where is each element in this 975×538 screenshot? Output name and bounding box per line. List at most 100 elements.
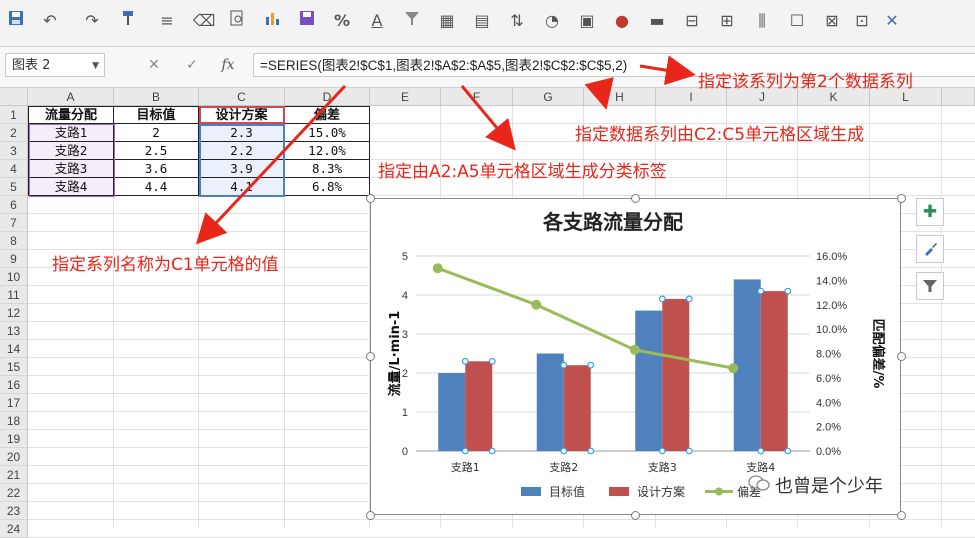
resize-handle[interactable] — [631, 510, 640, 520]
chevron-down-icon[interactable]: ▼ — [92, 54, 99, 78]
row-header-20[interactable]: 20 — [0, 448, 28, 466]
resize-handle[interactable] — [631, 193, 640, 203]
row-header-13[interactable]: 13 — [0, 322, 28, 340]
merge-icon[interactable]: ⊟ — [680, 9, 704, 33]
column-header-B[interactable]: B — [114, 88, 199, 106]
row-header-19[interactable]: 19 — [0, 430, 28, 448]
save-icon[interactable] — [4, 9, 28, 33]
column-icon[interactable]: ⫼ — [750, 9, 774, 33]
chart-container[interactable]: 各支路流量分配 0 1 2 3 4 5 0.0% 2.0% 4.0% 6.0% 8.0% 10.0% 12… — [370, 198, 901, 515]
grid-row-line — [28, 519, 975, 520]
table-cell[interactable]: 2 — [114, 124, 199, 142]
picture-icon[interactable]: ▣ — [575, 9, 599, 33]
protect-icon[interactable]: ⊠ — [820, 9, 844, 33]
row-header-8[interactable]: 8 — [0, 232, 28, 250]
column-header-E[interactable]: E — [370, 88, 441, 106]
row-header-15[interactable]: 15 — [0, 358, 28, 376]
resize-handle[interactable] — [896, 352, 906, 361]
table-header-cell[interactable]: 流量分配 — [28, 106, 114, 124]
enter-icon[interactable]: ✓ — [178, 53, 206, 77]
comment-icon[interactable]: ☐ — [785, 9, 809, 33]
selection-marker — [685, 295, 693, 303]
undo-icon[interactable]: ↶ — [38, 9, 62, 33]
y2-tick-label: 6.0% — [816, 373, 841, 385]
line-point — [531, 299, 542, 310]
row-header-7[interactable]: 7 — [0, 214, 28, 232]
resize-handle[interactable] — [365, 510, 375, 520]
resize-handle[interactable] — [365, 193, 375, 203]
more-icon[interactable]: ⊡ — [850, 9, 874, 33]
chart-title: 各支路流量分配 — [542, 210, 683, 234]
column-header-G[interactable]: G — [513, 88, 584, 106]
column-header-A[interactable]: A — [28, 88, 114, 106]
select-all-corner[interactable] — [0, 88, 28, 106]
row-header-3[interactable]: 3 — [0, 142, 28, 160]
row-header-17[interactable]: 17 — [0, 394, 28, 412]
table-cell[interactable]: 4.4 — [114, 178, 199, 196]
chart-style-icon[interactable] — [916, 235, 944, 263]
row-header-1[interactable]: 1 — [0, 106, 28, 124]
resize-handle[interactable] — [896, 510, 906, 520]
row-header-10[interactable]: 10 — [0, 268, 28, 286]
resize-handle[interactable] — [896, 193, 906, 203]
row-header-23[interactable]: 23 — [0, 502, 28, 520]
column-header-F[interactable]: F — [441, 88, 513, 106]
fx-button[interactable]: fx — [214, 53, 242, 77]
save-as-icon[interactable] — [295, 9, 319, 33]
table-header-cell[interactable]: 目标值 — [114, 106, 199, 124]
table-cell[interactable]: 15.0% — [285, 124, 370, 142]
font-color-icon[interactable]: A — [365, 9, 389, 33]
row-header-2[interactable]: 2 — [0, 124, 28, 142]
cancel-icon[interactable]: ✕ — [140, 53, 168, 77]
bar-设计方案 — [662, 298, 690, 451]
table-cell[interactable]: 6.8% — [285, 178, 370, 196]
shape-icon[interactable]: ◔ — [540, 9, 564, 33]
row-header-11[interactable]: 11 — [0, 286, 28, 304]
insert-icon[interactable]: ● — [610, 9, 634, 33]
row-header-4[interactable]: 4 — [0, 160, 28, 178]
row-header-12[interactable]: 12 — [0, 304, 28, 322]
sparkline-icon[interactable]: ✕ — [880, 9, 904, 33]
row-header-6[interactable]: 6 — [0, 196, 28, 214]
row-header-24[interactable]: 24 — [0, 520, 28, 538]
redo-icon[interactable]: ↷ — [80, 9, 104, 33]
table-cell[interactable]: 3.6 — [114, 160, 199, 178]
row-header-5[interactable]: 5 — [0, 178, 28, 196]
resize-handle[interactable] — [365, 352, 375, 361]
table-icon[interactable]: ▦ — [435, 9, 459, 33]
name-box[interactable]: 图表 2 ▼ — [5, 53, 105, 77]
chart-icon[interactable] — [260, 9, 284, 33]
row-header-22[interactable]: 22 — [0, 484, 28, 502]
selection-marker — [560, 361, 568, 369]
selection-marker — [784, 287, 792, 295]
annotation-series-name: 指定系列名称为C1单元格的值 — [52, 255, 279, 275]
legend-swatch — [715, 487, 723, 496]
textbox-icon[interactable]: ▤ — [470, 9, 494, 33]
filter-icon[interactable] — [400, 9, 424, 33]
column-header-D[interactable]: D — [285, 88, 370, 106]
toolbox-icon[interactable]: ▬ — [645, 9, 669, 33]
column-header-H[interactable]: H — [584, 88, 656, 106]
x-tick-label: 支路2 — [549, 461, 578, 474]
table-cell[interactable]: 8.3% — [285, 160, 370, 178]
bar-目标值 — [438, 373, 466, 451]
row-header-16[interactable]: 16 — [0, 376, 28, 394]
preview-icon[interactable] — [225, 9, 249, 33]
percent-icon[interactable]: % — [330, 9, 354, 33]
row-header-21[interactable]: 21 — [0, 466, 28, 484]
table-cell[interactable]: 2.5 — [114, 142, 199, 160]
row-header-9[interactable]: 9 — [0, 250, 28, 268]
selection-marker — [587, 361, 595, 369]
add-element-icon[interactable]: ✚ — [916, 198, 944, 226]
sort-icon[interactable]: ⇅ — [505, 9, 529, 33]
chart-filter-icon[interactable] — [916, 272, 944, 300]
split-icon[interactable]: ⊞ — [715, 9, 739, 33]
row-header-14[interactable]: 14 — [0, 340, 28, 358]
align-icon[interactable]: ≡ — [155, 9, 179, 33]
column-header-C[interactable]: C — [199, 88, 285, 106]
row-header-18[interactable]: 18 — [0, 412, 28, 430]
clear-icon[interactable]: ⌫ — [192, 9, 216, 33]
table-header-cell[interactable]: 偏差 — [285, 106, 370, 124]
format-painter-icon[interactable] — [116, 9, 140, 33]
table-cell[interactable]: 12.0% — [285, 142, 370, 160]
